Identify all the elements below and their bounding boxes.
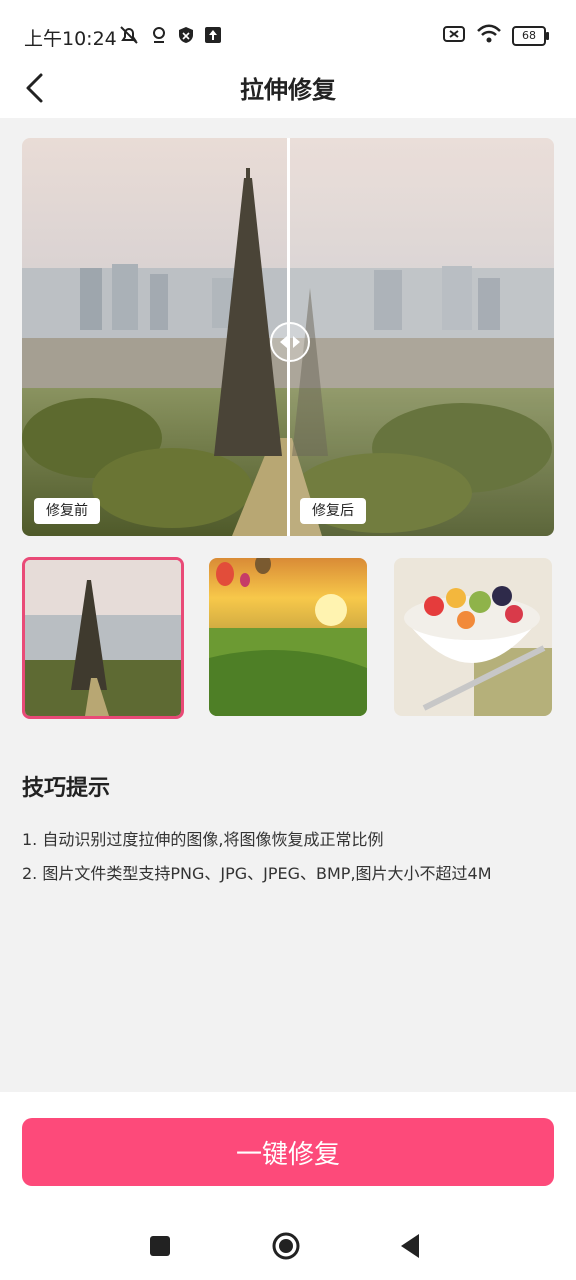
status-icons-right: 68	[442, 24, 549, 48]
circle-home-icon	[272, 1232, 300, 1260]
recent-apps-button[interactable]	[144, 1230, 176, 1262]
page-title: 拉伸修复	[240, 76, 336, 104]
nav-bar: 拉伸修复	[0, 64, 576, 118]
wifi-icon	[476, 24, 502, 48]
triangle-back-icon	[401, 1234, 419, 1258]
before-label: 修复前	[34, 498, 100, 524]
status-time: 上午10:24	[24, 28, 117, 50]
status-icons-left	[118, 24, 222, 50]
one-click-repair-button[interactable]: 一键修复	[22, 1118, 554, 1186]
system-nav-bar	[0, 1210, 576, 1280]
location-icon	[150, 25, 168, 49]
tip-item: 1. 自动识别过度拉伸的图像,将图像恢复成正常比例	[22, 830, 384, 849]
tip-item: 2. 图片文件类型支持PNG、JPG、JPEG、BMP,图片大小不超过4M	[22, 864, 492, 883]
sample-thumb-eiffel[interactable]	[22, 557, 184, 719]
back-nav-button[interactable]	[394, 1230, 426, 1262]
after-label: 修复后	[300, 498, 366, 524]
status-bar: 上午10:24 68	[0, 0, 576, 64]
battery-indicator: 68	[512, 26, 549, 46]
sample-thumb-balloons[interactable]	[209, 558, 367, 716]
shield-icon	[178, 26, 194, 48]
upload-icon	[204, 26, 222, 48]
sample-thumb-fruit[interactable]	[394, 558, 552, 716]
no-sim-icon	[442, 24, 466, 48]
home-button[interactable]	[270, 1230, 302, 1262]
fruit-bowl-thumbnail-image	[394, 558, 552, 716]
tips-title: 技巧提示	[22, 776, 111, 801]
eiffel-thumbnail-image	[25, 560, 181, 716]
sample-thumbnails	[22, 557, 554, 720]
square-icon	[150, 1236, 170, 1256]
compare-slider-handle[interactable]	[270, 322, 310, 362]
balloons-thumbnail-image	[209, 558, 367, 716]
arrows-left-right-icon	[280, 336, 300, 348]
mute-bell-icon	[118, 24, 140, 50]
